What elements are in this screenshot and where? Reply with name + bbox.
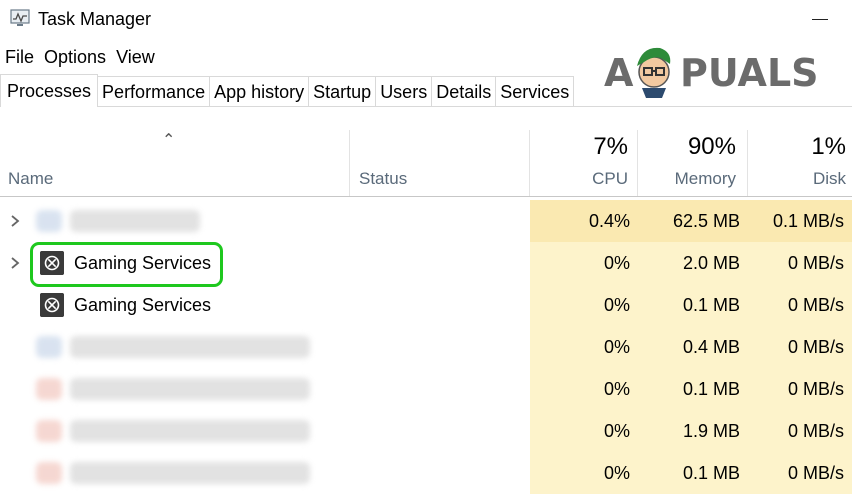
mascot-icon <box>637 47 671 98</box>
tab-app-history[interactable]: App history <box>209 76 310 107</box>
tab-strip: Processes Performance App history Startu… <box>0 74 575 107</box>
menu-bar: File Options View <box>0 44 160 70</box>
cpu-cell: 0% <box>530 452 638 494</box>
tab-users[interactable]: Users <box>375 76 433 107</box>
memory-cell: 62.5 MB <box>638 200 748 242</box>
header-divider <box>0 196 852 197</box>
cpu-cell: 0% <box>530 368 638 410</box>
column-divider[interactable] <box>349 130 350 196</box>
column-status[interactable]: Status <box>359 169 407 189</box>
column-name[interactable]: Name <box>8 169 53 189</box>
window-title: Task Manager <box>38 9 152 29</box>
redacted-icon <box>36 210 62 232</box>
redacted-icon <box>36 420 62 442</box>
chevron-right-icon[interactable] <box>10 256 20 270</box>
tab-services[interactable]: Services <box>495 76 575 107</box>
redacted-icon <box>36 378 62 400</box>
tab-divider <box>0 106 852 107</box>
process-list: 0.4% 62.5 MB 0.1 MB/s Gaming Services 0% 2.0 … <box>0 200 852 494</box>
disk-cell: 0 MB/s <box>748 242 852 284</box>
watermark-logo: A PUALS <box>604 47 816 98</box>
memory-cell: 0.1 MB <box>638 368 748 410</box>
cpu-cell: 0.4% <box>530 200 638 242</box>
cpu-cell: 0% <box>530 410 638 452</box>
cpu-cell: 0% <box>530 326 638 368</box>
memory-total: 90% <box>687 133 736 160</box>
column-memory[interactable]: Memory <box>638 169 736 189</box>
menu-file[interactable]: File <box>0 44 39 70</box>
memory-cell: 2.0 MB <box>638 242 748 284</box>
redacted-name <box>70 336 310 358</box>
disk-total: 1% <box>811 133 846 160</box>
table-row[interactable]: 0.4% 62.5 MB 0.1 MB/s <box>0 200 852 242</box>
process-name: Gaming Services <box>74 295 212 315</box>
xbox-icon <box>40 293 64 317</box>
menu-view[interactable]: View <box>111 44 160 70</box>
redacted-icon <box>36 462 62 484</box>
chevron-right-icon[interactable] <box>10 214 20 228</box>
disk-cell: 0 MB/s <box>748 368 852 410</box>
highlight-box <box>30 242 223 287</box>
disk-cell: 0 MB/s <box>748 284 852 326</box>
table-row[interactable]: 0% 0.1 MB 0 MB/s <box>0 368 852 410</box>
tab-performance[interactable]: Performance <box>97 76 211 107</box>
minimize-button[interactable] <box>812 19 828 20</box>
column-disk[interactable]: Disk <box>748 169 846 189</box>
redacted-icon <box>36 336 62 358</box>
cpu-cell: 0% <box>530 284 638 326</box>
menu-options[interactable]: Options <box>39 44 111 70</box>
memory-cell: 1.9 MB <box>638 410 748 452</box>
watermark-puals: PUALS <box>680 51 816 95</box>
column-cpu[interactable]: CPU <box>530 169 628 189</box>
table-header: ⌃ Name Status 7% CPU 90% Memory 1% Disk <box>0 130 852 196</box>
tab-details[interactable]: Details <box>431 76 497 107</box>
memory-cell: 0.1 MB <box>638 452 748 494</box>
redacted-name <box>70 210 200 232</box>
task-manager-icon <box>10 9 30 26</box>
redacted-name <box>70 420 310 442</box>
redacted-name <box>70 378 310 400</box>
disk-cell: 0 MB/s <box>748 410 852 452</box>
redacted-name <box>70 462 310 484</box>
sort-up-icon[interactable]: ⌃ <box>162 130 175 150</box>
disk-cell: 0.1 MB/s <box>748 200 852 242</box>
memory-cell: 0.1 MB <box>638 284 748 326</box>
cpu-cell: 0% <box>530 242 638 284</box>
table-row[interactable]: 0% 0.4 MB 0 MB/s <box>0 326 852 368</box>
disk-cell: 0 MB/s <box>748 452 852 494</box>
tab-processes[interactable]: Processes <box>0 74 99 107</box>
tab-startup[interactable]: Startup <box>308 76 377 107</box>
table-row[interactable]: 0% 0.1 MB 0 MB/s <box>0 452 852 494</box>
cpu-total: 7% <box>593 133 628 160</box>
table-row[interactable]: 0% 1.9 MB 0 MB/s <box>0 410 852 452</box>
disk-cell: 0 MB/s <box>748 326 852 368</box>
table-row[interactable]: Gaming Services 0% 0.1 MB 0 MB/s <box>0 284 852 326</box>
title-bar: Task Manager <box>0 0 852 40</box>
memory-cell: 0.4 MB <box>638 326 748 368</box>
watermark-a: A <box>604 51 634 95</box>
